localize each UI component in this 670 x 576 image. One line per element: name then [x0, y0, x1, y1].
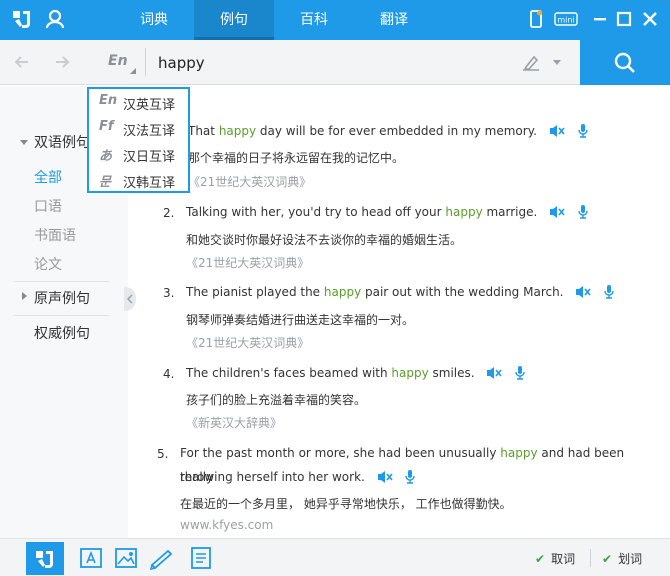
french-icon: Ff — [99, 119, 114, 134]
sentence-english[interactable]: That happy day will be for ever embedded… — [188, 119, 589, 143]
sentence-chinese: 钢琴师弹奏结婚进行曲送走这幸福的一对。 — [186, 313, 415, 327]
corner-triangle-icon — [130, 68, 136, 74]
sidebar-authoritative-examples[interactable]: 权威例句 — [34, 323, 90, 343]
quci-label: 取词 — [551, 552, 576, 566]
sentence-number: 4. — [163, 367, 175, 381]
dropdown-item-chinese-korean[interactable]: 문 汉韩互译 — [89, 167, 188, 193]
sentence-chinese: 和她交谈时你最好设法不去谈你的幸福的婚姻生活。 — [186, 233, 463, 247]
japanese-icon: あ — [99, 149, 113, 164]
search-divider — [145, 48, 146, 76]
sentence-source[interactable]: 《21世纪大英汉词典》 — [188, 173, 311, 190]
back-arrow-icon[interactable] — [12, 52, 32, 72]
sentence-source[interactable]: 《新英汉大辞典》 — [186, 414, 282, 431]
collapsed-triangle-icon[interactable] — [20, 292, 28, 300]
minimize-icon[interactable] — [590, 9, 610, 29]
sidebar-item-spoken[interactable]: 口语 — [34, 196, 62, 216]
close-icon[interactable] — [640, 9, 660, 29]
speaker-icon[interactable] — [575, 285, 591, 299]
microphone-icon[interactable] — [603, 285, 615, 299]
sidebar-audio-examples[interactable]: 原声例句 — [34, 288, 90, 308]
dropdown-label: 汉日互译 — [123, 150, 176, 165]
sentence-chinese: 那个幸福的日子将永远留在我的记忆中。 — [188, 151, 405, 165]
sentence-number: 2. — [163, 206, 175, 220]
sentence-english[interactable]: The pianist played the happy pair out wi… — [186, 280, 615, 304]
speaker-icon[interactable] — [486, 366, 503, 380]
search-button[interactable] — [580, 40, 670, 85]
sidebar-item-written[interactable]: 书面语 — [34, 225, 76, 245]
dropdown-item-chinese-english[interactable]: En 汉英互译 — [89, 89, 188, 115]
mini-mode-button[interactable]: mini — [554, 9, 578, 29]
search-bar: En — [0, 40, 670, 85]
huaci-toggle[interactable]: ✔ 划词 — [602, 550, 642, 567]
sidebar-item-all[interactable]: 全部 — [34, 167, 62, 187]
mini-label: mini — [557, 16, 574, 25]
microphone-icon[interactable] — [514, 366, 526, 380]
language-dropdown: En 汉英互译 Ff 汉法互译 あ 汉日互译 문 汉韩互译 — [87, 87, 190, 193]
sentence-number: 5. — [157, 447, 169, 461]
sentence-source[interactable]: 《21世纪大英汉词典》 — [186, 254, 309, 271]
language-code: En — [108, 53, 128, 69]
app-logo-icon[interactable] — [10, 7, 34, 31]
word-book-icon[interactable] — [146, 543, 176, 573]
top-bar: 词典 例句 百科 翻译 mini — [0, 0, 670, 40]
speaker-icon[interactable] — [549, 124, 565, 138]
text-translate-icon[interactable] — [76, 543, 106, 573]
sentence-chinese: 孩子们的脸上充溢着幸福的笑容。 — [186, 393, 367, 407]
forward-arrow-icon[interactable] — [52, 52, 72, 72]
handwriting-icon[interactable] — [520, 53, 542, 73]
language-selector[interactable]: En — [96, 46, 140, 79]
microphone-icon[interactable] — [577, 205, 589, 219]
sidebar-divider — [14, 281, 109, 282]
image-translate-icon[interactable] — [111, 543, 141, 573]
sentence-source[interactable]: www.kfyes.com — [180, 518, 273, 532]
chevron-down-icon[interactable] — [552, 59, 562, 67]
dictionary-mode-button[interactable] — [26, 542, 64, 575]
microphone-icon[interactable] — [404, 470, 416, 484]
check-icon: ✔ — [535, 552, 546, 566]
tab-translate[interactable]: 翻译 — [354, 0, 434, 40]
check-icon: ✔ — [602, 552, 613, 566]
microphone-icon[interactable] — [577, 124, 589, 138]
dropdown-label: 汉英互译 — [123, 98, 176, 113]
sentence-english[interactable]: Talking with her, you'd try to head off … — [186, 200, 589, 224]
sentence-source[interactable]: 《21世纪大英汉词典》 — [186, 334, 309, 351]
sidebar-collapse-handle[interactable] — [124, 287, 140, 311]
dropdown-item-chinese-japanese[interactable]: あ 汉日互译 — [89, 141, 188, 167]
sentence-number: 3. — [163, 286, 175, 300]
sentence-chinese: 在最近的一个多月里， 她异乎寻常地快乐， 工作也做得勤快。 — [180, 497, 512, 511]
document-translate-icon[interactable] — [186, 543, 216, 573]
korean-icon: 문 — [99, 175, 111, 190]
app-logo-icon — [36, 551, 53, 568]
search-icon — [614, 52, 635, 73]
huaci-label: 划词 — [618, 552, 643, 566]
sidebar-divider — [14, 315, 109, 316]
expand-triangle-icon[interactable] — [20, 138, 28, 146]
tab-examples[interactable]: 例句 — [194, 0, 274, 40]
user-icon[interactable] — [44, 8, 66, 30]
bottom-divider — [590, 549, 591, 567]
dropdown-label: 汉韩互译 — [123, 176, 176, 191]
quci-toggle[interactable]: ✔ 取词 — [535, 550, 575, 567]
sidebar-item-papers[interactable]: 论文 — [34, 254, 62, 274]
dropdown-label: 汉法互译 — [123, 124, 176, 139]
bottom-toolbar: ✔ 取词 ✔ 划词 — [0, 538, 670, 576]
phone-icon[interactable] — [526, 9, 546, 29]
sentence-english[interactable]: The children's faces beamed with happy s… — [186, 361, 526, 385]
speaker-icon[interactable] — [377, 470, 393, 484]
speaker-icon[interactable] — [549, 205, 565, 219]
sentence-english-line2[interactable]: throwing herself into her work. — [180, 465, 416, 489]
tab-encyclopedia[interactable]: 百科 — [274, 0, 354, 40]
maximize-icon[interactable] — [614, 9, 634, 29]
dropdown-item-chinese-french[interactable]: Ff 汉法互译 — [89, 115, 188, 141]
search-input[interactable] — [150, 46, 505, 79]
sidebar-bilingual-examples[interactable]: 双语例句 — [34, 132, 90, 152]
english-icon: En — [99, 93, 118, 108]
examples-list: That happy day will be for ever embedded… — [140, 86, 670, 538]
tab-dictionary[interactable]: 词典 — [114, 0, 194, 40]
